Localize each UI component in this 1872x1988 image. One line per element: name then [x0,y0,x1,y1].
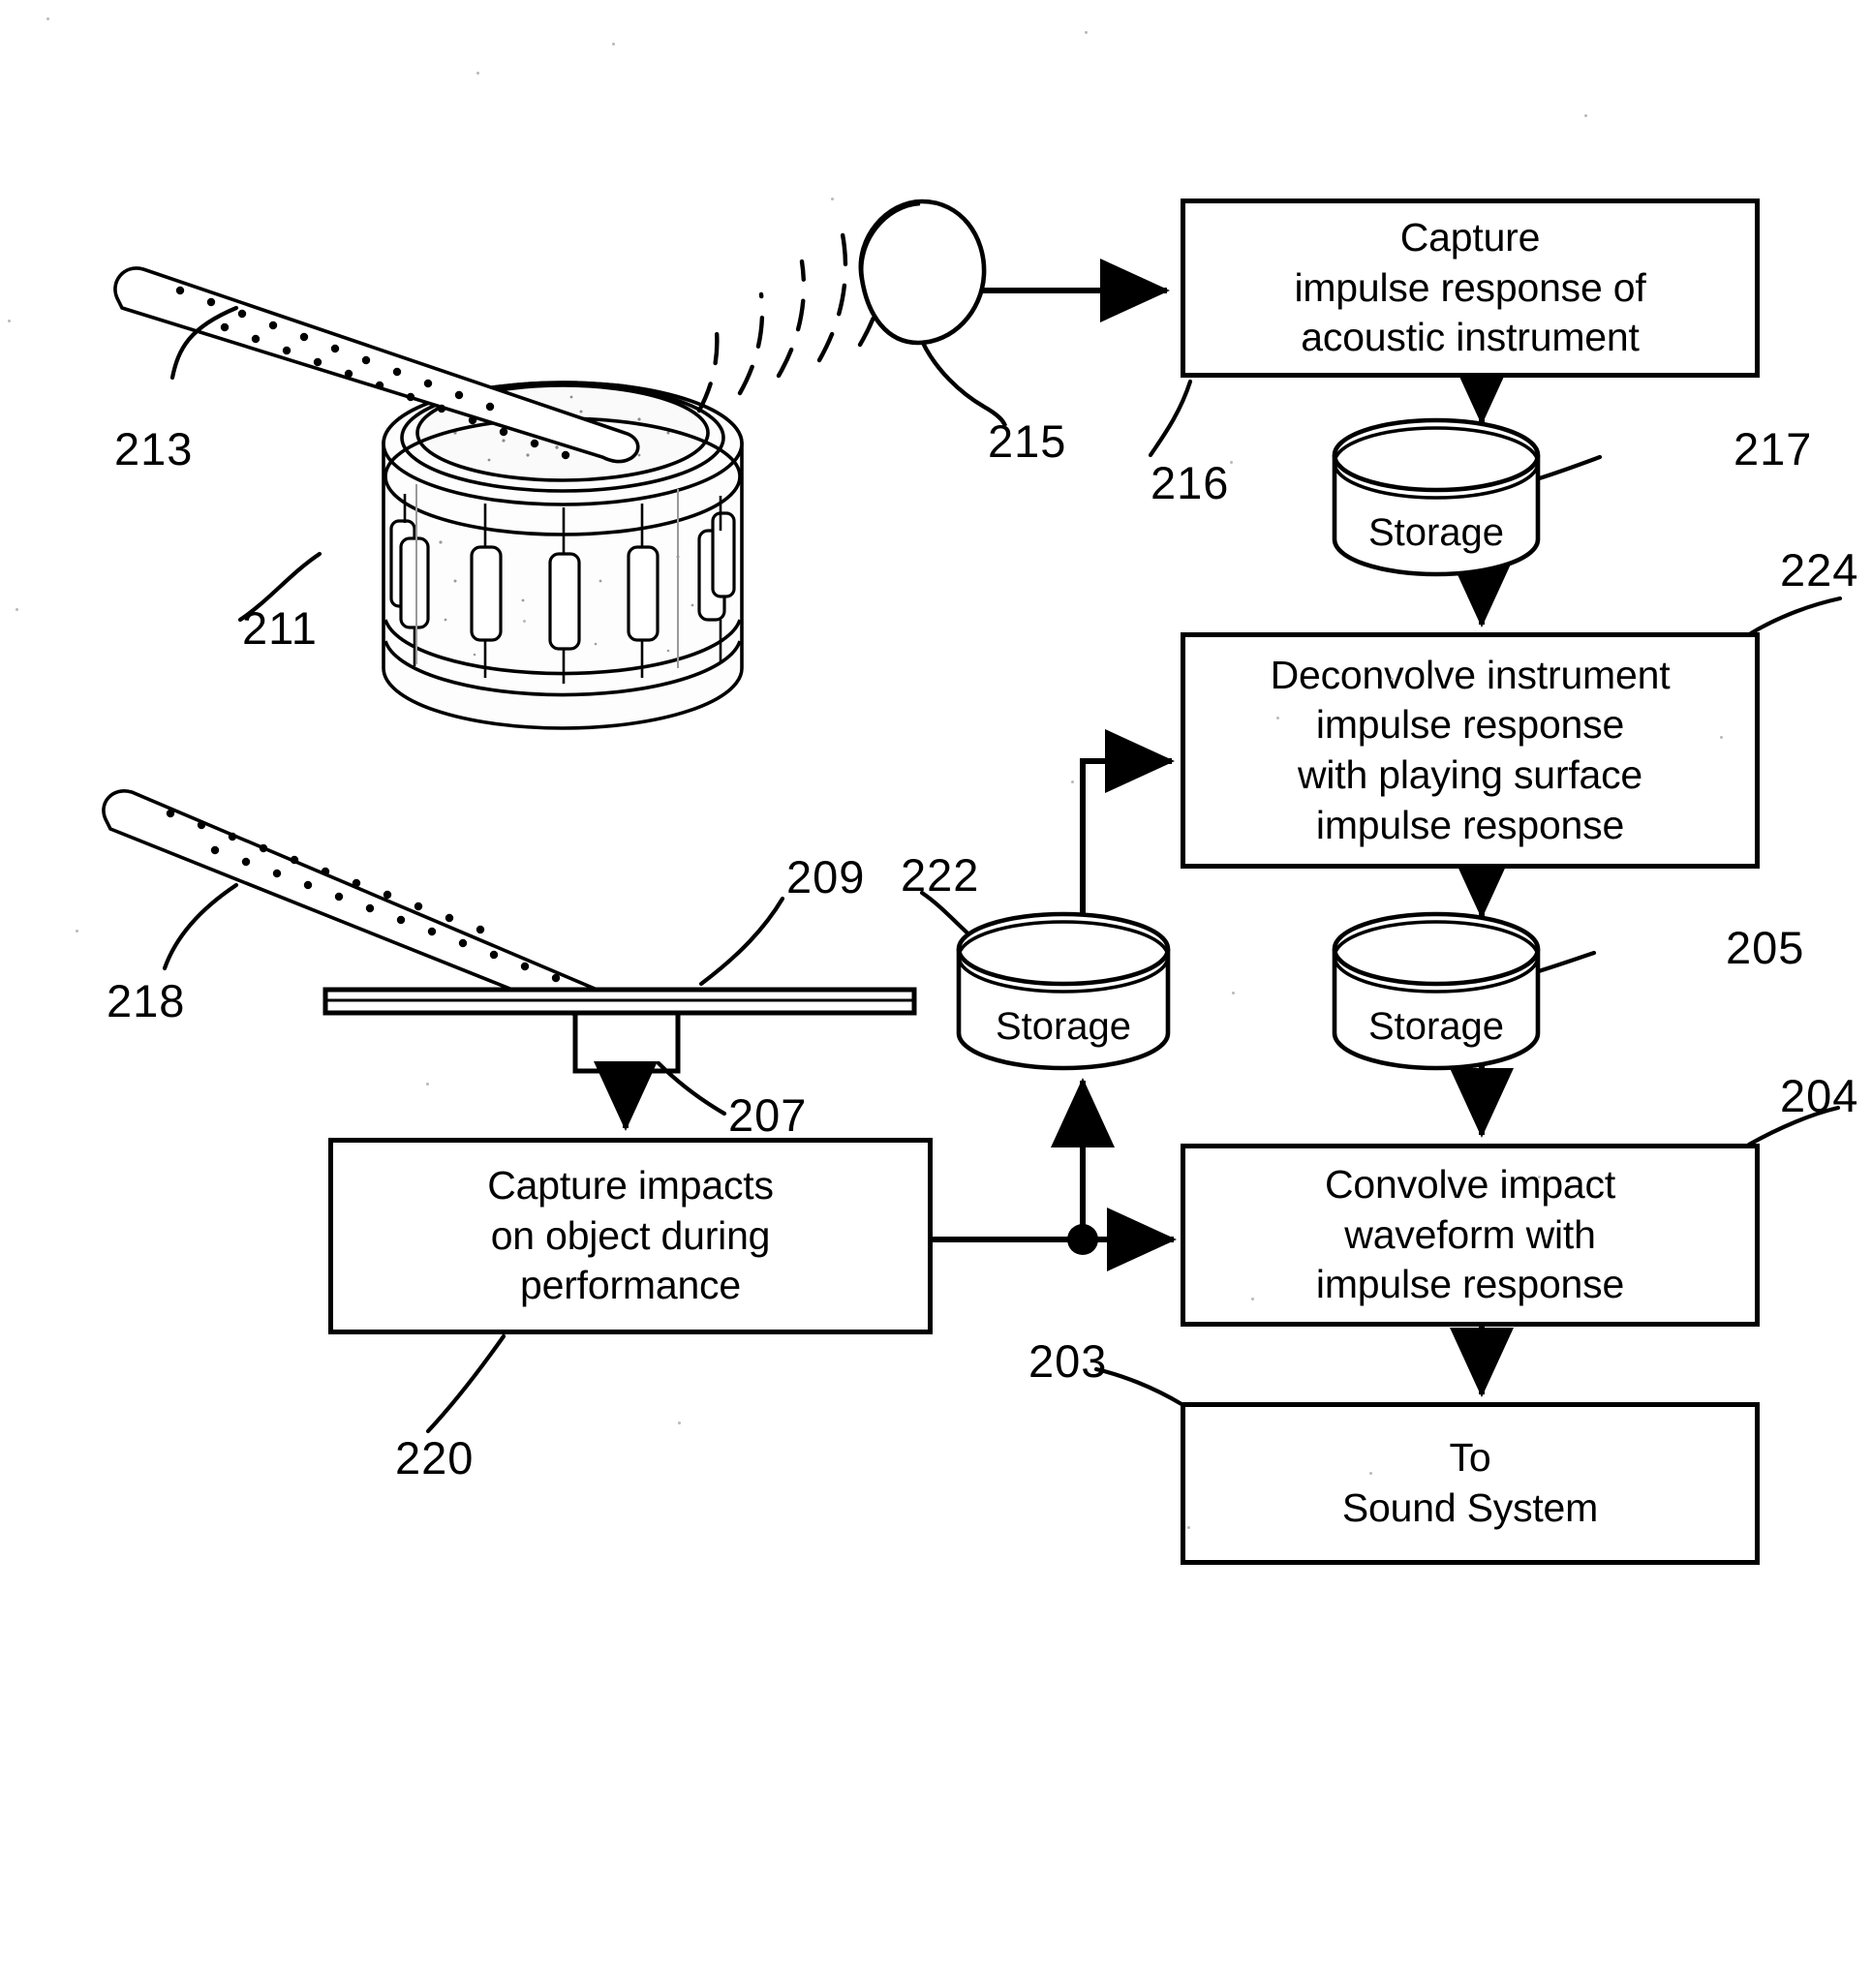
playing-surface-plate [322,987,917,1016]
ref-217: 217 [1734,423,1813,474]
scan-speck [1232,992,1235,994]
ref-204: 204 [1780,1070,1859,1121]
deconvolve-block[interactable]: Deconvolve instrument impulse response w… [1181,632,1760,869]
capture-impulse-response-block[interactable]: Capture impulse response of acoustic ins… [1181,199,1760,378]
impact-sensor [572,1010,681,1074]
capture-impacts-label: Capture impacts on object during perform… [487,1163,774,1308]
leader-220 [425,1333,506,1434]
scan-speck [15,608,18,611]
storage-instrument-ir-label: Storage [1367,511,1505,554]
capture-impulse-response-label: Capture impulse response of acoustic ins… [1294,215,1646,360]
scan-speck [1187,1526,1190,1529]
leader-209 [698,896,785,987]
leader-213 [169,305,239,381]
ref-224: 224 [1780,544,1859,596]
patent-figure: Capture impulse response of acoustic ins… [0,0,1872,1988]
connector-222-to-224 [1080,729,1175,930]
ref-222: 222 [901,849,980,901]
scan-speck [1369,1472,1372,1475]
ref-215: 215 [988,415,1067,467]
ref-209: 209 [786,851,866,902]
ref-220: 220 [395,1432,475,1483]
scan-speck [8,320,11,322]
scan-speck [1085,31,1088,34]
scan-speck [1584,114,1587,117]
storage-deconvolved-ir-label: Storage [1367,1005,1505,1048]
scan-speck [523,620,526,623]
scan-speck [678,1422,681,1424]
scan-speck [76,930,78,933]
ref-203: 203 [1028,1335,1108,1387]
scan-speck [1538,1176,1541,1178]
leader-207 [656,1060,727,1116]
drumstick-upper [113,266,640,464]
ref-205: 205 [1726,922,1805,973]
deconvolve-label: Deconvolve instrument impulse response w… [1270,652,1671,847]
ref-213: 213 [114,423,194,474]
to-sound-system-label: To Sound System [1341,1435,1599,1530]
convolve-label: Convolve impact waveform with impulse re… [1315,1162,1625,1307]
scan-speck [1230,461,1233,464]
scan-speck [46,17,49,20]
leader-224 [1748,596,1843,636]
ref-216: 216 [1151,457,1230,508]
storage-impact-waveform-label: Storage [995,1005,1132,1048]
leader-205 [1479,950,1597,989]
snare-drum [382,381,744,730]
convolve-block[interactable]: Convolve impact waveform with impulse re… [1181,1144,1760,1327]
leader-203 [1093,1366,1184,1407]
sound-wave-arcs [696,208,890,413]
ref-211: 211 [242,602,318,654]
scan-speck [831,198,834,200]
capture-impacts-block[interactable]: Capture impacts on object during perform… [328,1138,933,1334]
leader-217 [1479,454,1603,495]
leader-216 [1148,379,1193,458]
scan-speck [1251,1298,1254,1300]
scan-speck [612,43,615,46]
scan-speck [1071,780,1074,783]
scan-speck [1391,678,1394,681]
ref-207: 207 [728,1089,808,1141]
scan-speck [476,72,479,75]
leader-218 [162,882,239,971]
microphone [858,199,1008,427]
scan-speck [1720,736,1723,739]
scan-speck [426,1083,429,1086]
to-sound-system-block[interactable]: To Sound System [1181,1402,1760,1565]
ref-218: 218 [107,975,186,1026]
scan-speck [1276,717,1279,719]
junction-dot [1067,1224,1098,1255]
